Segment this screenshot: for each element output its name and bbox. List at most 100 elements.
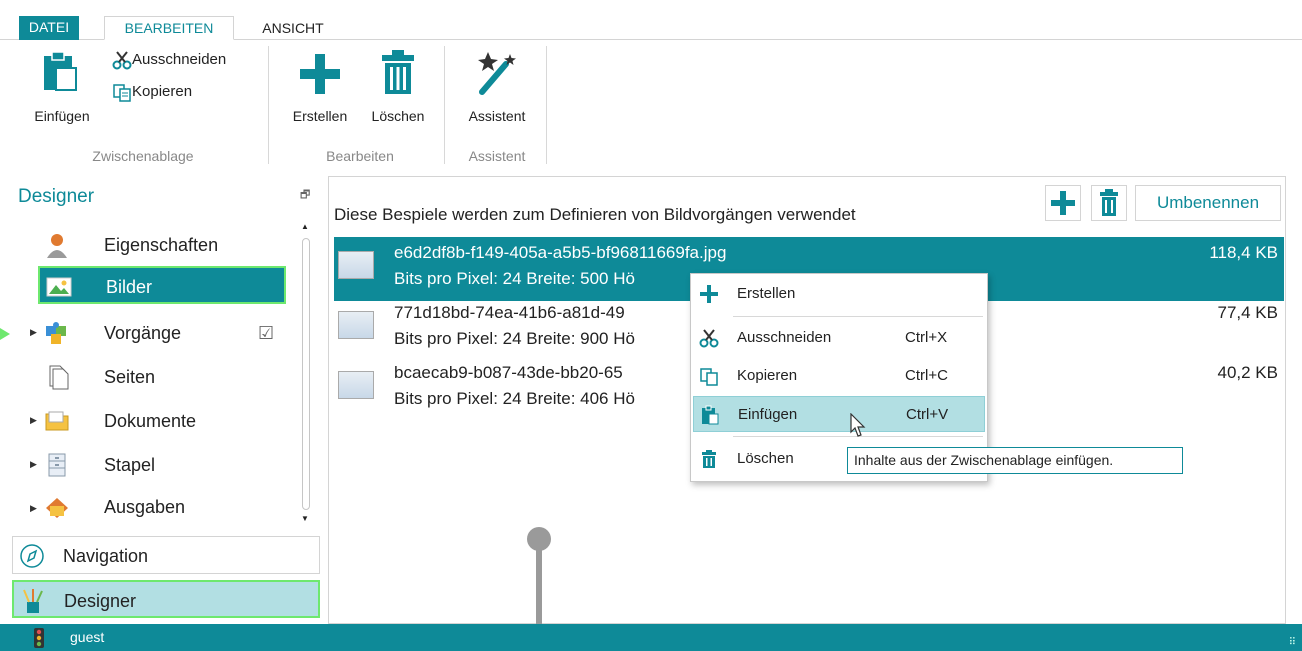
paste-button[interactable]: Einfügen: [18, 50, 106, 126]
trash-icon: [1100, 189, 1118, 216]
expand-arrow-icon[interactable]: ▶: [30, 415, 37, 426]
create-label: Erstellen: [292, 108, 348, 124]
ribbon: Einfügen Ausschneiden Kopieren Zwischena…: [0, 40, 1302, 172]
clipboard-icon: [702, 405, 719, 425]
tree-item-ausgaben[interactable]: Ausgaben: [38, 488, 286, 526]
plus-icon: [300, 54, 340, 94]
scissors-icon: [699, 329, 719, 348]
resize-grip-icon[interactable]: ⠿: [1289, 637, 1296, 648]
wizard-label: Assistent: [468, 108, 526, 124]
copy-label: Kopieren: [132, 83, 193, 100]
ribbon-tab-bar: DATEI BEARBEITEN ANSICHT: [0, 0, 1302, 40]
trash-icon: [702, 450, 716, 468]
plus-icon: [1051, 191, 1075, 215]
checkbox-checked-icon[interactable]: ☑: [258, 314, 274, 352]
mouse-cursor-icon: [850, 413, 866, 437]
clipboard-icon: [44, 51, 77, 91]
magic-wand-icon: [478, 52, 516, 95]
brush-pot-icon: [23, 589, 43, 613]
paste-label: Einfügen: [34, 108, 90, 124]
expand-arrow-icon[interactable]: ▶: [30, 327, 37, 338]
plus-icon: [700, 285, 718, 303]
images-icon: [46, 277, 72, 297]
clipboard-group-label: Zwischenablage: [92, 148, 194, 164]
tree-item-dokumente[interactable]: Dokumente: [38, 402, 286, 440]
tree-item-vorgaenge[interactable]: Vorgänge ☑: [38, 314, 286, 352]
image-filename: 771d18bd-74ea-41b6-a81d-49: [394, 303, 625, 322]
ribbon-separator: [268, 46, 269, 164]
cut-label: Ausschneiden: [132, 51, 227, 68]
copy-icon: [700, 368, 718, 386]
edit-group-label: Bearbeiten: [326, 148, 394, 164]
menu-separator: [733, 316, 983, 317]
scroll-thumb[interactable]: [302, 238, 310, 510]
expand-arrow-icon[interactable]: ▶: [30, 459, 37, 470]
copy-button[interactable]: Kopieren: [112, 81, 222, 103]
scissors-icon: [112, 51, 132, 70]
delete-button[interactable]: [1091, 185, 1127, 221]
context-create-item[interactable]: Erstellen: [693, 276, 985, 312]
menu-shortcut: Ctrl+C: [905, 367, 948, 384]
scroll-up-icon[interactable]: ▲: [301, 222, 309, 231]
expand-arrow-icon[interactable]: ▶: [30, 503, 37, 514]
output-icon: [46, 498, 68, 518]
status-user: guest: [70, 629, 105, 645]
image-meta: Bits pro Pixel: 24 Breite: 500 Hö: [394, 269, 635, 288]
menu-label: Einfügen: [738, 406, 798, 423]
delete-button[interactable]: Löschen: [360, 50, 436, 126]
tree-item-eigenschaften[interactable]: Eigenschaften: [38, 226, 286, 264]
image-size: 77,4 KB: [1217, 303, 1279, 322]
annotation-pointer: [0, 328, 10, 340]
tree-item-label: Eigenschaften: [104, 235, 219, 255]
panel-title: Designer: [18, 186, 95, 207]
menu-shortcut: Ctrl+V: [906, 406, 949, 423]
ribbon-separator: [444, 46, 445, 164]
puzzle-icon: [46, 322, 66, 344]
menu-shortcut: Ctrl+X: [905, 329, 948, 346]
image-meta: Bits pro Pixel: 24 Breite: 406 Hö: [394, 389, 635, 408]
tooltip: Inhalte aus der Zwischenablage einfügen.: [847, 447, 1183, 474]
tree-item-stapel[interactable]: Stapel: [38, 446, 286, 484]
menu-label: Ausschneiden: [737, 329, 832, 346]
scroll-down-icon[interactable]: ▼: [301, 514, 309, 523]
cut-button[interactable]: Ausschneiden: [112, 49, 254, 71]
delete-label: Löschen: [371, 108, 425, 124]
image-size: 40,2 KB: [1217, 363, 1279, 382]
tree-item-label: Bilder: [106, 277, 153, 297]
tree-scrollbar[interactable]: ▲ ▼: [300, 222, 312, 524]
tree-item-bilder[interactable]: Bilder: [38, 266, 286, 304]
context-paste-item[interactable]: Einfügen Ctrl+V: [693, 396, 985, 432]
create-button[interactable]: Erstellen: [282, 50, 358, 126]
navigation-button[interactable]: Navigation: [12, 536, 320, 574]
image-size: 118,4 KB: [1209, 243, 1278, 262]
tab-datei[interactable]: DATEI: [19, 16, 79, 40]
rename-button[interactable]: Umbenennen: [1135, 185, 1281, 221]
ribbon-separator: [546, 46, 547, 164]
tree-item-label: Dokumente: [104, 411, 197, 431]
properties-icon: [47, 234, 67, 258]
wizard-button[interactable]: Assistent: [452, 50, 542, 126]
tree-item-label: Ausgaben: [104, 497, 186, 517]
traffic-light-icon: [34, 628, 44, 648]
context-copy-item[interactable]: Kopieren Ctrl+C: [693, 358, 985, 394]
status-bar: guest ⠿: [0, 624, 1302, 651]
cabinet-icon: [48, 453, 66, 477]
tab-ansicht[interactable]: ANSICHT: [243, 17, 343, 40]
trash-icon: [382, 50, 414, 94]
image-thumbnail: [338, 371, 374, 399]
designer-button[interactable]: Designer: [12, 580, 320, 618]
context-cut-item[interactable]: Ausschneiden Ctrl+X: [693, 320, 985, 356]
tab-bearbeiten[interactable]: BEARBEITEN: [104, 16, 234, 40]
designer-label: Designer: [64, 591, 137, 611]
image-thumbnail: [338, 311, 374, 339]
add-button[interactable]: [1045, 185, 1081, 221]
restore-icon[interactable]: 🗗: [300, 186, 310, 205]
navigation-label: Navigation: [63, 546, 149, 566]
pages-icon: [49, 365, 69, 390]
image-thumbnail: [338, 251, 374, 279]
tree-item-label: Seiten: [104, 367, 156, 387]
image-filename: e6d2df8b-f149-405a-a5b5-bf96811669fa.jpg: [394, 243, 727, 262]
content-description: Diese Bespiele werden zum Definieren von…: [334, 205, 856, 224]
image-meta: Bits pro Pixel: 24 Breite: 900 Hö: [394, 329, 635, 348]
tree-item-seiten[interactable]: Seiten: [38, 358, 286, 396]
